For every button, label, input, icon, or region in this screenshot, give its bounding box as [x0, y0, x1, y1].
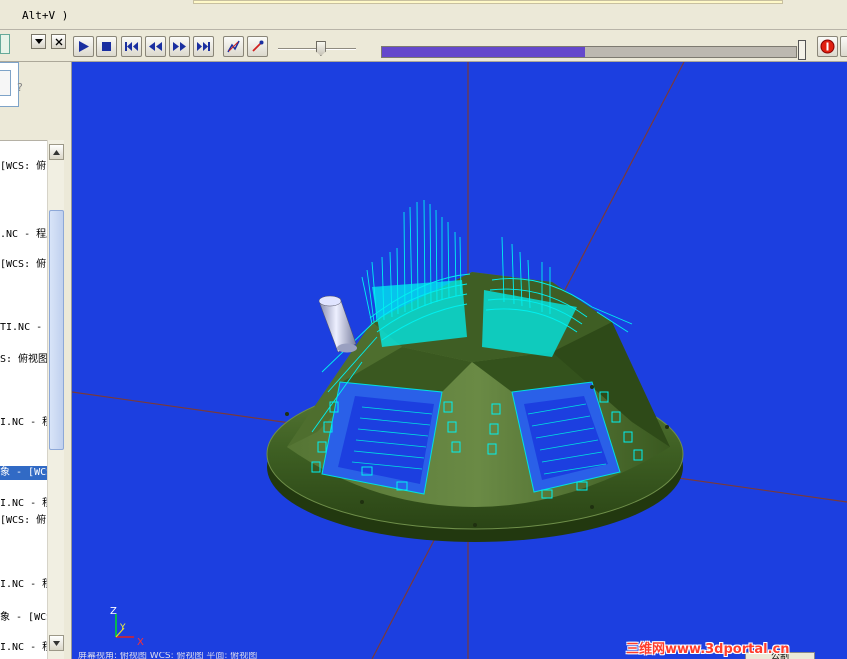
toolpath-display-button[interactable] [223, 36, 244, 57]
list-item[interactable]: [WCS: 俯 [0, 160, 46, 174]
red-stop-icon [820, 39, 835, 54]
operations-list: [WCS: 俯 .NC - 程序 [WCS: 俯 TI.NC - S: 俯视图 I.NC … [0, 140, 47, 659]
stop-icon [102, 42, 111, 51]
stop-button[interactable] [96, 36, 117, 57]
list-item[interactable]: S: 俯视图 [0, 353, 47, 367]
list-item[interactable]: 象 - [WCS [0, 466, 47, 480]
help-icon[interactable]: ? [17, 81, 29, 95]
chevron-down-icon [53, 640, 60, 646]
scroll-down-arrow[interactable] [49, 635, 64, 651]
toolpath-icon [227, 40, 240, 53]
list-item[interactable]: [WCS: 俯 [0, 258, 46, 272]
viewport-status-text: 屏幕视角: 俯视图 WCS: 俯视图 平面: 俯视图 [78, 652, 258, 659]
shortcut-hint: Alt+V ) [22, 9, 69, 22]
list-item[interactable]: I.NC - 程 [0, 497, 47, 511]
close-small-button[interactable] [51, 34, 66, 49]
list-item[interactable]: I.NC - 程 [0, 641, 47, 655]
list-item[interactable]: I.NC - 程 [0, 578, 47, 592]
panel-tab-button[interactable] [0, 70, 11, 96]
prompt-field [193, 0, 783, 4]
skip-start-icon [125, 42, 138, 51]
list-item[interactable]: TI.NC - [0, 321, 42, 335]
axis-label-z: Z [110, 606, 117, 617]
play-icon [79, 41, 89, 52]
skip-end-icon [197, 42, 210, 51]
step-forward-icon [173, 42, 186, 51]
operations-list-scrollbar[interactable] [47, 140, 64, 659]
tool-icon [252, 40, 264, 52]
step-forward-button[interactable] [169, 36, 190, 57]
progress-end-marker[interactable] [798, 40, 806, 60]
tool-display-button[interactable] [247, 36, 268, 57]
play-button[interactable] [73, 36, 94, 57]
watermark-text: 三维网www.3dportal.cn [626, 642, 790, 657]
operations-panel: ? [WCS: 俯 .NC - 程序 [WCS: 俯 TI.NC - S: 俯视图 I.N… [0, 62, 72, 659]
go-to-end-button[interactable] [193, 36, 214, 57]
stop-simulation-button[interactable] [817, 36, 838, 57]
go-to-start-button[interactable] [121, 36, 142, 57]
list-item[interactable]: .NC - 程序 [0, 228, 47, 242]
app-window: Alt+V ) ? [WCS: 俯 .NC - 程 [WCS: 俯 TI.NC … [0, 0, 847, 659]
list-item[interactable]: I.NC - 程 [0, 416, 47, 430]
chevron-up-icon [53, 149, 60, 155]
step-back-button[interactable] [145, 36, 166, 57]
dropdown-button[interactable] [31, 34, 46, 49]
simulation-scene: Z Y X [72, 62, 847, 659]
simulation-progress-fill [382, 47, 585, 57]
panel-splitter[interactable] [64, 62, 72, 659]
left-edge-button[interactable] [0, 34, 10, 54]
step-back-icon [149, 42, 162, 51]
axis-triad: Z Y X [110, 606, 144, 648]
graphics-viewport[interactable]: Z Y X [72, 62, 847, 659]
simulation-progress-bar[interactable] [381, 46, 797, 58]
chevron-down-icon [34, 38, 43, 44]
list-item[interactable]: 象 - [WCS [0, 611, 47, 625]
scroll-up-arrow[interactable] [49, 144, 64, 160]
scroll-thumb[interactable] [49, 210, 64, 450]
axis-label-x: X [137, 637, 144, 648]
axis-label-y: Y [119, 623, 126, 633]
speed-slider-thumb[interactable] [315, 41, 326, 56]
cutting-tool [318, 295, 357, 353]
x-icon [55, 38, 62, 45]
title-bar: Alt+V ) [0, 0, 847, 30]
list-item[interactable]: [WCS: 俯 [0, 514, 46, 528]
extra-button[interactable] [840, 36, 847, 57]
toolpath-region-left [372, 280, 467, 347]
